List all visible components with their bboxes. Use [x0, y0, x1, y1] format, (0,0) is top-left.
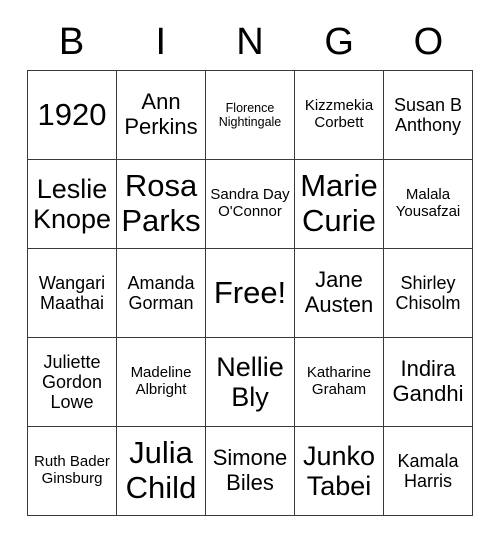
bingo-cell-label: Juliette Gordon Lowe — [41, 351, 103, 413]
bingo-cell[interactable]: Simone Biles — [206, 427, 295, 516]
bingo-cell[interactable]: Shirley Chisolm — [384, 249, 473, 338]
bingo-cell[interactable]: Wangari Maathai — [28, 249, 117, 338]
bingo-cell[interactable]: Marie Curie — [295, 160, 384, 249]
bingo-cell[interactable]: Rosa Parks — [117, 160, 206, 249]
bingo-cell[interactable]: Susan B Anthony — [384, 71, 473, 160]
bingo-cell-label: Ann Perkins — [124, 89, 198, 139]
bingo-grid: 1920 Ann Perkins Florence Nightingale Ki… — [27, 70, 473, 516]
bingo-cell[interactable]: Amanda Gorman — [117, 249, 206, 338]
bingo-cell[interactable]: Nellie Bly — [206, 338, 295, 427]
bingo-cell[interactable]: Ann Perkins — [117, 71, 206, 160]
bingo-cell[interactable]: Jane Austen — [295, 249, 384, 338]
bingo-cell-label: Kamala Harris — [397, 450, 459, 491]
bingo-cell-label: Julia Child — [125, 435, 197, 505]
bingo-cell-label: Amanda Gorman — [127, 272, 195, 313]
bingo-cell[interactable]: Juliette Gordon Lowe — [28, 338, 117, 427]
bingo-header: B I N G O — [27, 16, 473, 68]
bingo-cell[interactable]: Florence Nightingale — [206, 71, 295, 160]
bingo-cell-label: Jane Austen — [304, 267, 374, 317]
bingo-cell[interactable]: Julia Child — [117, 427, 206, 516]
bingo-cell-label: Rosa Parks — [121, 168, 201, 238]
bingo-header-letter-i: I — [155, 21, 167, 63]
bingo-header-letter-o: O — [413, 21, 444, 63]
bingo-cell[interactable]: Sandra Day O'Connor — [206, 160, 295, 249]
bingo-header-letter-n: N — [236, 21, 264, 63]
bingo-cell-label: Susan B Anthony — [393, 94, 463, 135]
bingo-cell-label: Marie Curie — [300, 168, 378, 238]
bingo-cell-label: Florence Nightingale — [218, 101, 282, 129]
bingo-cell-label: Junko Tabei — [302, 440, 376, 501]
bingo-cell-label: Madeline Albright — [130, 364, 192, 398]
bingo-cell-free[interactable]: Free! — [206, 249, 295, 338]
bingo-cell-label: Leslie Knope — [32, 173, 112, 234]
bingo-header-letter-b: B — [58, 21, 85, 63]
bingo-cell-label: Free! — [213, 274, 287, 310]
bingo-cell-label: Sandra Day O'Connor — [210, 186, 290, 220]
bingo-card: B I N G O 1920 Ann Perkins Florence Nigh… — [0, 0, 500, 544]
bingo-cell-label: Kizzmekia Corbett — [304, 97, 374, 131]
bingo-cell[interactable]: Kamala Harris — [384, 427, 473, 516]
bingo-cell-label: Wangari Maathai — [38, 272, 106, 313]
bingo-cell-label: 1920 — [37, 96, 107, 132]
bingo-cell[interactable]: Indira Gandhi — [384, 338, 473, 427]
bingo-cell[interactable]: Malala Yousafzai — [384, 160, 473, 249]
bingo-cell-label: Indira Gandhi — [392, 356, 464, 406]
bingo-cell[interactable]: Kizzmekia Corbett — [295, 71, 384, 160]
bingo-cell-label: Katharine Graham — [306, 364, 372, 398]
bingo-cell-label: Ruth Bader Ginsburg — [34, 453, 110, 487]
bingo-cell[interactable]: Katharine Graham — [295, 338, 384, 427]
bingo-cell[interactable]: Junko Tabei — [295, 427, 384, 516]
bingo-cell[interactable]: Leslie Knope — [28, 160, 117, 249]
bingo-cell-label: Simone Biles — [212, 445, 288, 495]
bingo-cell[interactable]: 1920 — [28, 71, 117, 160]
bingo-header-letter-g: G — [324, 21, 354, 63]
bingo-cell-label: Nellie Bly — [216, 351, 284, 412]
bingo-cell[interactable]: Madeline Albright — [117, 338, 206, 427]
bingo-cell-label: Malala Yousafzai — [395, 186, 461, 220]
bingo-cell-label: Shirley Chisolm — [395, 272, 461, 313]
bingo-cell[interactable]: Ruth Bader Ginsburg — [28, 427, 117, 516]
